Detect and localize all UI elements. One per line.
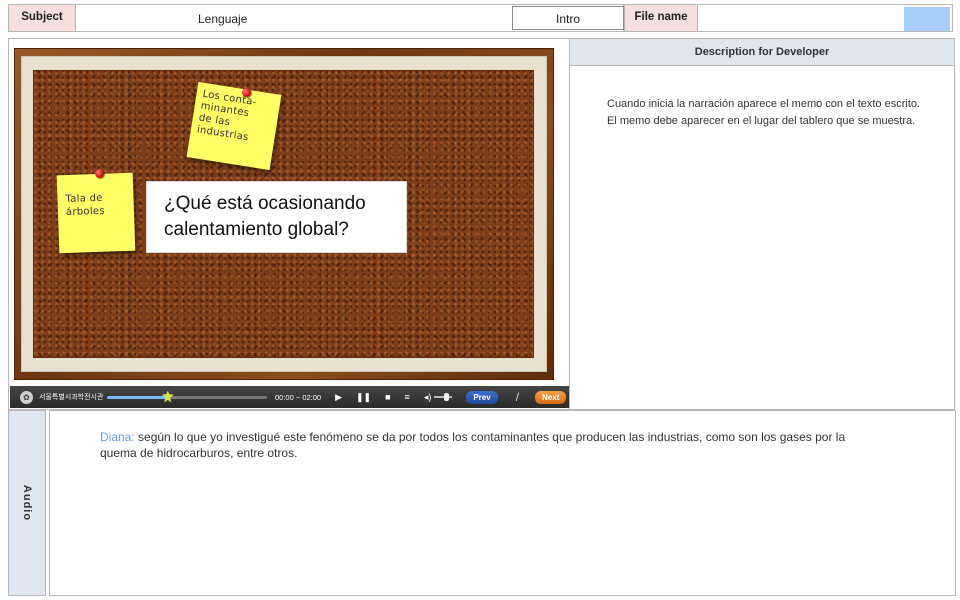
file-color-swatch [904,7,950,31]
media-player-bar: ✿ 서울특별시과학전시관 00:00 ~ 02:00 ▶ ❚❚ ■ ≡ ◂) P… [10,386,569,408]
question-card: ¿Qué está ocasionando calentamiento glob… [146,181,407,253]
stop-icon[interactable]: ■ [385,392,390,402]
sticky-note-industries[interactable]: Los conta- minantes de las industrias [186,81,282,171]
progress-track[interactable] [107,390,267,403]
pause-icon[interactable]: ❚❚ [356,392,371,403]
sticky-note-text: Tala de árboles [65,192,106,219]
description-body: Cuando inicia la narración aparece el me… [607,96,931,129]
museum-logo-icon: ✿ [20,390,33,404]
menu-icon[interactable]: ≡ [405,392,410,402]
description-title: Description for Developer [570,39,954,66]
subject-value: Lenguaje [198,12,248,26]
description-line: El memo debe aparecer en el lugar del ta… [607,114,916,127]
file-name-label: File name [624,4,698,32]
next-button[interactable]: Next [535,390,567,404]
audio-script-panel: Diana: según lo que yo investigué este f… [49,410,956,596]
sticky-note-trees[interactable]: Tala de árboles [56,172,136,254]
progress-fill [107,395,168,399]
prev-button[interactable]: Prev [466,390,498,404]
museum-logo-text: 서울특별시과학전시관 [39,394,104,401]
pushpin-icon [242,88,251,97]
screen-name-field: Intro [512,6,624,30]
audio-label-text: Audio [21,484,34,522]
description-line: Cuando inicia la narración aparece el me… [607,98,921,110]
sticky-note-text: Los conta- minantes de las industrias [196,88,258,144]
developer-description-panel: Description for Developer Cuando inicia … [569,38,955,410]
pushpin-icon [95,169,104,178]
time-readout: 00:00 ~ 02:00 [275,392,322,402]
volume-icon[interactable]: ◂) [424,392,432,403]
subject-label: Subject [8,4,76,32]
audio-section-label: Audio [8,410,46,596]
narration-text: según lo que yo investigué este fenómeno… [100,430,846,460]
nav-separator: / [515,390,520,404]
speaker-name: Diana: [100,430,135,444]
audio-script: Diana: según lo que yo investigué este f… [100,429,870,461]
play-icon[interactable]: ▶ [335,392,342,403]
volume-slider[interactable] [434,393,453,401]
